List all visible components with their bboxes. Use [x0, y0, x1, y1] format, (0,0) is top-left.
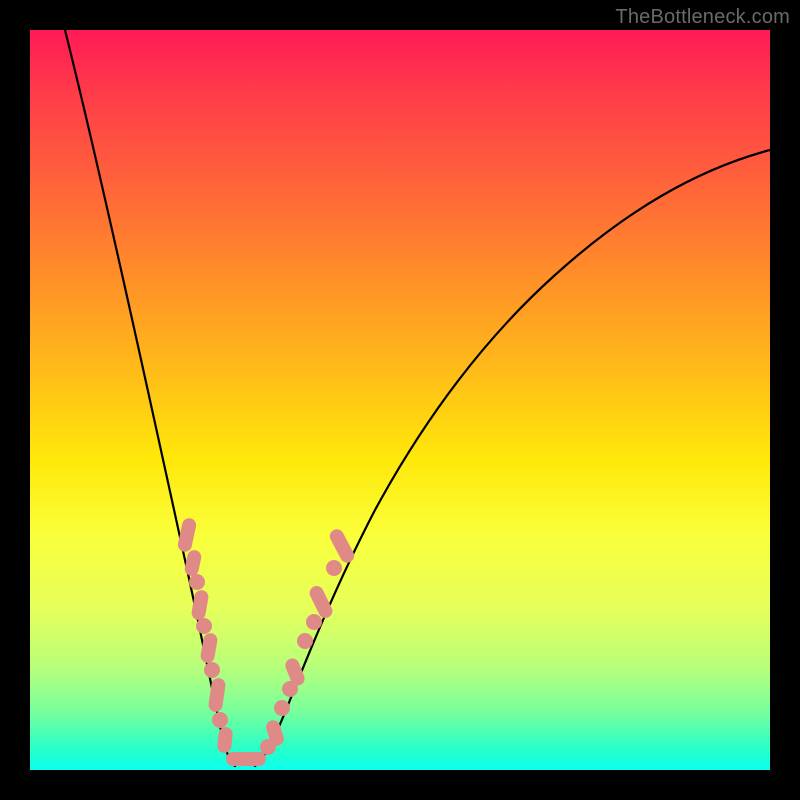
curve-right-branch: [255, 150, 770, 766]
bottleneck-curve-chart: [30, 30, 770, 770]
marker-cluster-bottom: [226, 752, 266, 766]
marker-cluster-right: [260, 527, 357, 755]
marker-cluster-left: [177, 517, 234, 754]
chart-plot-area: [30, 30, 770, 770]
watermark-text: TheBottleneck.com: [615, 6, 790, 29]
